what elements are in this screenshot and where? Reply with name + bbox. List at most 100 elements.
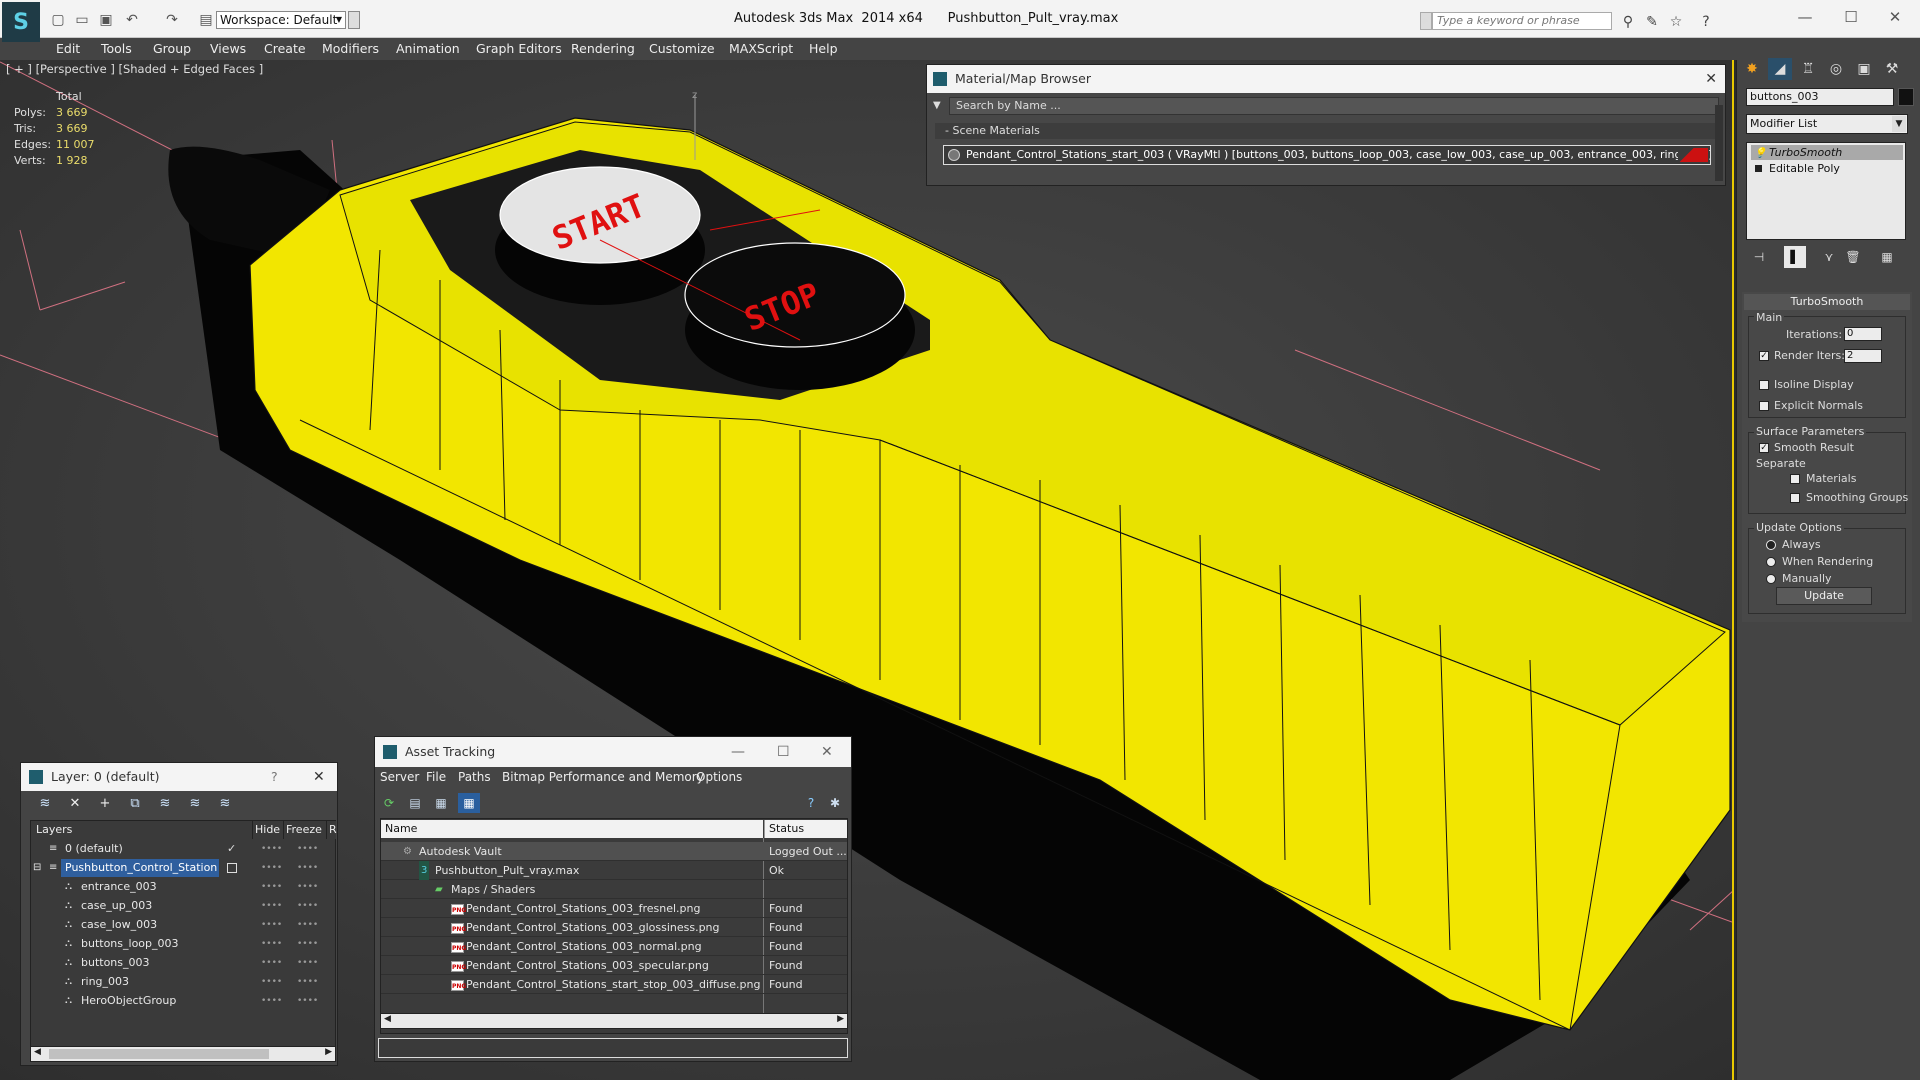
- hide-toggle[interactable]: ••••: [261, 992, 282, 1010]
- object-row[interactable]: ⛬ buttons_003 •••• ••••: [31, 954, 335, 972]
- close-icon[interactable]: ✕: [821, 737, 833, 767]
- when-rendering-radio[interactable]: [1766, 557, 1776, 567]
- object-row[interactable]: ⛬ entrance_003 •••• ••••: [31, 878, 335, 896]
- material-browser-titlebar[interactable]: Material/Map Browser ✕: [927, 65, 1725, 93]
- collapse-icon[interactable]: ⊟: [33, 859, 41, 877]
- workspace-dropdown[interactable]: Workspace: Default ▼: [216, 11, 346, 29]
- scroll-thumb[interactable]: [49, 1049, 269, 1059]
- freeze-toggle[interactable]: ••••: [297, 992, 318, 1010]
- help-icon[interactable]: ?: [271, 763, 278, 791]
- refresh-icon[interactable]: ⟳: [378, 793, 400, 813]
- asset-path-field[interactable]: [378, 1038, 848, 1058]
- freeze-all-layers-icon[interactable]: ≋: [214, 792, 236, 814]
- menu-customize[interactable]: Customize: [649, 38, 715, 60]
- communication-center-icon[interactable]: ✎: [1642, 12, 1662, 32]
- maximize-icon[interactable]: ☐: [777, 737, 790, 767]
- hide-toggle[interactable]: ••••: [261, 935, 282, 953]
- keyword-search-input[interactable]: Type a keyword or phrase: [1432, 12, 1612, 30]
- freeze-toggle[interactable]: ••••: [297, 973, 318, 991]
- new-layer-icon[interactable]: ≋: [34, 792, 56, 814]
- iterations-spinner[interactable]: 0: [1844, 327, 1882, 341]
- column-status[interactable]: Status: [764, 820, 847, 838]
- column-render[interactable]: R: [326, 821, 337, 839]
- menu-create[interactable]: Create: [264, 38, 306, 60]
- make-unique-icon[interactable]: ⋎: [1818, 246, 1840, 268]
- column-freeze[interactable]: Freeze: [283, 821, 323, 839]
- menu-file[interactable]: File: [426, 768, 446, 786]
- light-bulb-icon[interactable]: 💡: [1754, 146, 1766, 161]
- update-button[interactable]: Update: [1776, 587, 1872, 605]
- stack-item-turbosmooth[interactable]: 💡 TurboSmooth: [1751, 145, 1903, 160]
- asset-row[interactable]: ⚙ Autodesk Vault Logged Out ...: [381, 842, 847, 861]
- render-iters-spinner[interactable]: 2: [1844, 349, 1882, 363]
- remove-modifier-icon[interactable]: 🗑: [1842, 246, 1864, 268]
- help-icon[interactable]: ?: [800, 793, 822, 813]
- close-icon[interactable]: ✕: [313, 763, 325, 791]
- object-row[interactable]: ⛬ case_low_003 •••• ••••: [31, 916, 335, 934]
- rollout-header[interactable]: TurboSmooth: [1744, 294, 1910, 310]
- list-view-icon[interactable]: ▤: [404, 793, 426, 813]
- object-row[interactable]: ⛬ buttons_loop_003 •••• ••••: [31, 935, 335, 953]
- maximize-icon[interactable]: ☐: [1836, 8, 1866, 28]
- asset-row[interactable]: PNGPendant_Control_Stations_003_glossine…: [381, 918, 847, 937]
- asset-row[interactable]: PNGPendant_Control_Stations_003_specular…: [381, 956, 847, 975]
- menu-group[interactable]: Group: [153, 38, 191, 60]
- object-color-swatch[interactable]: [1898, 88, 1914, 106]
- asset-row[interactable]: PNGPendant_Control_Stations_003_normal.p…: [381, 937, 847, 956]
- object-row[interactable]: ⛬ ring_003 •••• ••••: [31, 973, 335, 991]
- minimize-icon[interactable]: —: [1790, 8, 1820, 28]
- table-view-icon[interactable]: ▦: [458, 793, 480, 813]
- explicit-normals-checkbox[interactable]: [1759, 401, 1769, 411]
- material-browser-scrollbar[interactable]: [1715, 105, 1723, 181]
- menu-bitmap-performance[interactable]: Bitmap Performance and Memory: [502, 768, 704, 786]
- select-objects-icon[interactable]: ⧉: [124, 792, 146, 814]
- freeze-toggle[interactable]: ••••: [297, 859, 318, 877]
- new-file-icon[interactable]: ▢: [48, 10, 68, 30]
- make-current-box[interactable]: [227, 863, 237, 873]
- hide-toggle[interactable]: ••••: [261, 897, 282, 915]
- modifier-list-dropdown[interactable]: Modifier List: [1746, 114, 1908, 134]
- menu-options[interactable]: Options: [696, 768, 742, 786]
- freeze-toggle[interactable]: ••••: [297, 897, 318, 915]
- asset-row[interactable]: 3 Pushbutton_Pult_vray.max Ok: [381, 861, 847, 880]
- menu-maxscript[interactable]: MAXScript: [729, 38, 793, 60]
- object-row[interactable]: ⛬ HeroObjectGroup •••• ••••: [31, 992, 335, 1010]
- object-name-field[interactable]: buttons_003: [1746, 88, 1894, 106]
- menu-rendering[interactable]: Rendering: [571, 38, 635, 60]
- close-icon[interactable]: ✕: [1705, 65, 1717, 93]
- expand-icon[interactable]: [1755, 165, 1762, 172]
- column-name[interactable]: Name: [381, 820, 763, 838]
- materials-checkbox[interactable]: [1790, 474, 1800, 484]
- hide-toggle[interactable]: ••••: [261, 973, 282, 991]
- freeze-toggle[interactable]: ••••: [297, 954, 318, 972]
- pin-stack-icon[interactable]: ⊣: [1748, 246, 1770, 268]
- hide-toggle[interactable]: ••••: [261, 878, 282, 896]
- scene-materials-section[interactable]: - Scene Materials: [935, 123, 1715, 139]
- menu-tools[interactable]: Tools: [101, 38, 132, 60]
- minimize-icon[interactable]: —: [731, 737, 745, 767]
- menu-views[interactable]: Views: [210, 38, 246, 60]
- layer-row-selected[interactable]: ⊟ ≡ Pushbutton_Control_Station •••• ••••: [31, 859, 335, 877]
- asset-tracking-titlebar[interactable]: Asset Tracking — ☐ ✕: [375, 737, 851, 767]
- freeze-toggle[interactable]: ••••: [297, 840, 318, 858]
- column-layers[interactable]: Layers: [36, 821, 216, 839]
- asset-horizontal-scrollbar[interactable]: ◀ ▶: [380, 1013, 848, 1029]
- material-list-item[interactable]: Pendant_Control_Stations_start_003 ( VRa…: [943, 145, 1711, 165]
- scroll-left-icon[interactable]: ◀: [384, 1014, 391, 1024]
- chevron-down-icon[interactable]: ▼: [1892, 116, 1906, 132]
- search-expand-icon[interactable]: ▶: [1420, 12, 1432, 30]
- utilities-tab-icon[interactable]: ⚒: [1880, 58, 1904, 80]
- hide-toggle[interactable]: ••••: [261, 954, 282, 972]
- scroll-left-icon[interactable]: ◀: [34, 1047, 41, 1057]
- column-hide[interactable]: Hide: [252, 821, 282, 839]
- scroll-right-icon[interactable]: ▶: [837, 1014, 844, 1024]
- always-radio[interactable]: [1766, 540, 1776, 550]
- binoculars-icon[interactable]: ⚲: [1618, 12, 1638, 32]
- menu-help[interactable]: Help: [809, 38, 838, 60]
- favorites-icon[interactable]: ☆: [1666, 12, 1686, 32]
- app-logo-icon[interactable]: S: [2, 2, 40, 42]
- layer-window-titlebar[interactable]: Layer: 0 (default) ? ✕: [21, 763, 337, 791]
- add-to-layer-icon[interactable]: +: [94, 792, 116, 814]
- asset-row[interactable]: PNGPendant_Control_Stations_start_stop_0…: [381, 975, 847, 994]
- freeze-toggle[interactable]: ••••: [297, 916, 318, 934]
